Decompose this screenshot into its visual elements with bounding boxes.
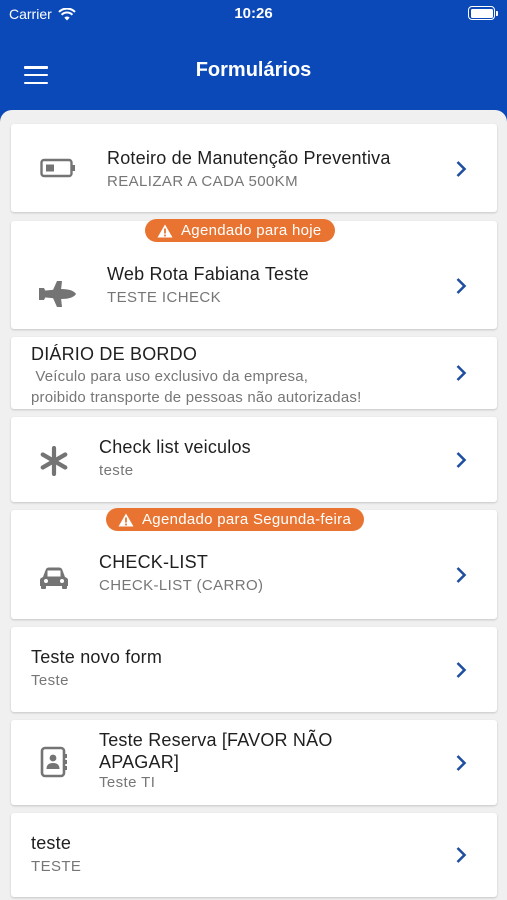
form-card-teste[interactable]: teste TESTE (11, 813, 497, 897)
schedule-badge: Agendado para Segunda-feira (106, 508, 365, 531)
chevron-right-icon (456, 452, 467, 468)
chevron-right-icon (456, 755, 467, 771)
form-card-roteiro[interactable]: Roteiro de Manutenção Preventiva REALIZA… (11, 124, 497, 212)
car-icon (32, 560, 76, 596)
form-card-diario-de-bordo[interactable]: DIÁRIO DE BORDO Veículo para uso exclusi… (11, 337, 497, 409)
form-subtitle: Teste TI (99, 774, 156, 791)
form-title: Teste Reserva [FAVOR NÃO APAGAR] (99, 730, 333, 772)
status-bar: Carrier 10:26 (0, 0, 507, 30)
battery-indicator-icon (468, 6, 498, 20)
form-title: Check list veiculos (99, 437, 251, 457)
form-subtitle: teste (99, 462, 134, 479)
asterisk-icon (32, 443, 76, 479)
chevron-right-icon (456, 278, 467, 294)
battery-icon (36, 150, 80, 186)
warning-icon (157, 224, 173, 237)
form-title: Roteiro de Manutenção Preventiva (107, 148, 391, 168)
form-subtitle: REALIZAR A CADA 500KM (107, 173, 298, 190)
warning-icon (118, 513, 134, 526)
chevron-right-icon (456, 847, 467, 863)
chevron-right-icon (456, 161, 467, 177)
form-title: teste (31, 833, 72, 853)
page-title: Formulários (195, 59, 312, 81)
form-card-check-list-veiculos[interactable]: Check list veiculos teste (11, 417, 497, 502)
form-title: CHECK-LIST (99, 552, 209, 572)
form-card-teste-reserva[interactable]: Teste Reserva [FAVOR NÃO APAGAR] Teste T… (11, 720, 497, 805)
form-subtitle: Teste (31, 672, 69, 689)
badge-text: Agendado para hoje (181, 222, 322, 239)
forms-list[interactable]: Roteiro de Manutenção Preventiva REALIZA… (0, 110, 507, 900)
schedule-badge: Agendado para hoje (145, 219, 335, 242)
chevron-right-icon (456, 365, 467, 381)
clock: 10:26 (234, 5, 273, 22)
form-card-teste-novo-form[interactable]: Teste novo form Teste (11, 627, 497, 712)
form-subtitle: Veículo para uso exclusivo da empresa, p… (31, 368, 362, 406)
form-title: Teste novo form (31, 647, 163, 667)
form-subtitle: TESTE (31, 858, 82, 875)
airplane-icon (36, 276, 80, 312)
chevron-right-icon (456, 567, 467, 583)
form-subtitle: TESTE ICHECK (107, 289, 221, 306)
form-title: Web Rota Fabiana Teste (107, 264, 309, 284)
contact-book-icon (32, 744, 76, 780)
chevron-right-icon (456, 662, 467, 678)
form-subtitle: CHECK-LIST (CARRO) (99, 577, 264, 594)
badge-text: Agendado para Segunda-feira (142, 511, 352, 528)
form-title: DIÁRIO DE BORDO (31, 344, 198, 364)
navigation-bar: Formulários (0, 40, 507, 106)
